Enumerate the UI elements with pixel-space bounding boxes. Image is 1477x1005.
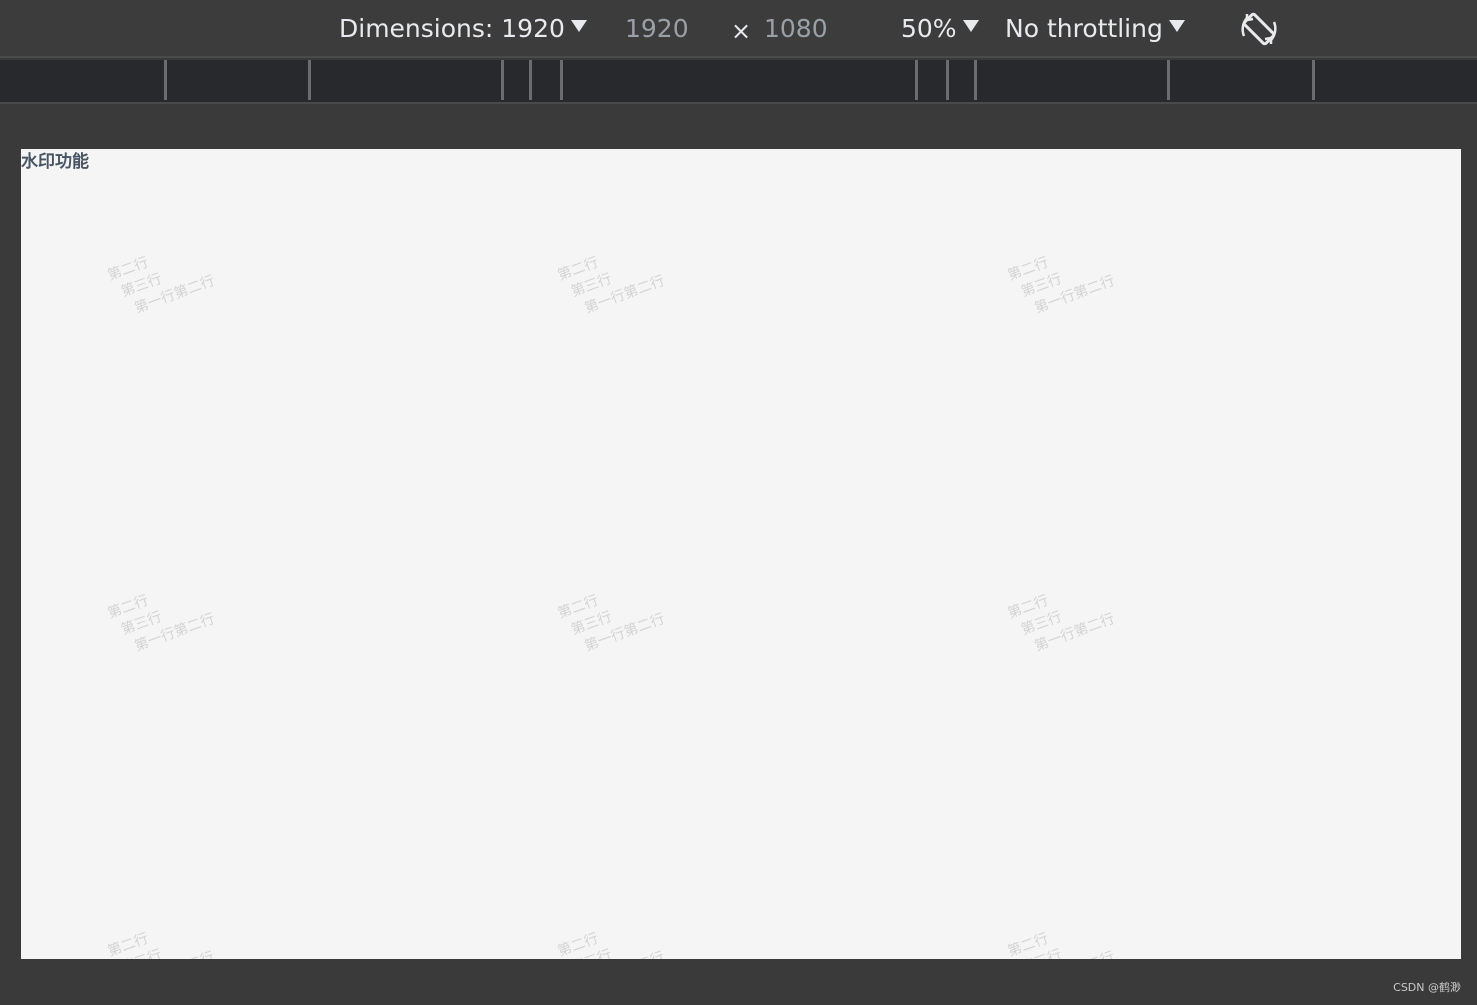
watermark-line: 第一行第二行 — [132, 610, 217, 655]
watermark: 第二行 第三行 第一行第二行 — [555, 571, 668, 661]
watermark-line: 第三行 — [118, 928, 210, 959]
watermark-line: 第二行 — [555, 592, 601, 622]
watermark-line: 第三行 — [569, 270, 615, 301]
watermark-line: 第三行 — [119, 270, 165, 301]
watermark: 第二行 第三行 第一行第二行 — [105, 571, 218, 661]
rotate-icon[interactable] — [1238, 8, 1280, 50]
media-query-marker[interactable] — [915, 60, 918, 100]
page-heading: 水印功能 — [21, 152, 89, 172]
media-query-bar — [0, 60, 1477, 104]
watermark-line: 第一行第二行 — [1032, 610, 1117, 655]
watermark-line: 第二行 — [555, 930, 601, 959]
watermark-line: 第二行 — [105, 592, 151, 622]
watermark-line: 第三行 — [569, 608, 615, 639]
watermark-line: 第一行第二行 — [132, 272, 217, 317]
height-input[interactable]: 1080 — [764, 12, 828, 46]
rotate-icon-svg — [1241, 12, 1277, 46]
device-toolbar: Dimensions: 1920 1920 × 1080 50% No thro… — [0, 0, 1477, 58]
watermark: 第二行 第三行 第一行第二行 — [1005, 571, 1118, 661]
watermark-line: 第一行第二行 — [132, 947, 218, 959]
media-query-marker[interactable] — [164, 60, 167, 100]
zoom-label: 50% — [901, 14, 957, 43]
chevron-down-icon — [570, 20, 587, 32]
watermark-line: 第二行 — [1005, 930, 1051, 959]
watermark-line: 第三行 — [1019, 270, 1065, 301]
chevron-down-icon — [962, 20, 979, 32]
dimensions-dropdown[interactable]: Dimensions: 1920 — [339, 12, 587, 46]
watermark: 第二行 第三行 第一行第二行 — [105, 233, 218, 323]
media-query-marker[interactable] — [501, 60, 504, 100]
watermark-line: 第二行 — [1005, 592, 1051, 622]
watermark-line: 第二行 — [555, 254, 601, 284]
media-query-marker[interactable] — [308, 60, 311, 100]
watermark: 第二行 第三行 第一行第二行 — [555, 909, 668, 959]
times-icon: × — [731, 17, 752, 45]
media-query-marker[interactable] — [974, 60, 977, 100]
watermark-line: 第三行 — [1019, 608, 1065, 639]
source-credit: CSDN @鹤渺 — [1393, 981, 1461, 994]
watermark-line: 第三行 — [1018, 928, 1110, 959]
watermark-line: 第一行第二行 — [582, 610, 667, 655]
media-query-marker[interactable] — [946, 60, 949, 100]
media-query-marker[interactable] — [1312, 60, 1315, 100]
watermark: 第二行 第三行 第一行第二行 — [105, 909, 218, 959]
watermark: 第二行 第三行 第一行第二行 — [1005, 233, 1118, 323]
media-query-marker[interactable] — [560, 60, 563, 100]
watermark-line: 第二行 — [1005, 254, 1051, 284]
device-viewport: 水印功能 第二行 第三行 第一行第二行 第二行 第三行 第一行第二行 第二行 第… — [21, 149, 1461, 959]
watermark-line: 第一行第二行 — [582, 947, 668, 959]
zoom-dropdown[interactable]: 50% — [901, 12, 979, 46]
dimensions-label: Dimensions: 1920 — [339, 14, 565, 43]
watermark-line: 第二行 — [105, 930, 151, 959]
width-input[interactable]: 1920 — [625, 12, 689, 46]
watermark: 第二行 第三行 第一行第二行 — [555, 233, 668, 323]
media-query-marker[interactable] — [529, 60, 532, 100]
watermark: 第二行 第三行 第一行第二行 — [1005, 909, 1118, 959]
media-query-marker[interactable] — [1167, 60, 1170, 100]
throttling-label: No throttling — [1005, 14, 1163, 43]
watermark-line: 第一行第二行 — [1032, 272, 1117, 317]
watermark-line: 第一行第二行 — [1032, 947, 1118, 959]
watermark-line: 第一行第二行 — [582, 272, 667, 317]
chevron-down-icon — [1168, 20, 1185, 32]
watermark-line: 第三行 — [568, 928, 660, 959]
throttling-dropdown[interactable]: No throttling — [1005, 12, 1185, 46]
watermark-line: 第三行 — [119, 608, 165, 639]
watermark-line: 第二行 — [105, 254, 151, 284]
